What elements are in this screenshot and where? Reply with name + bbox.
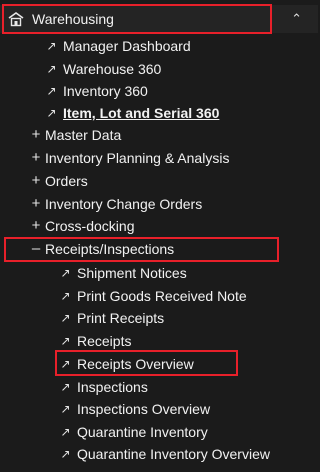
external-link-icon: ↗ [60, 380, 71, 394]
link-quarantine-inventory[interactable]: ↗ Quarantine Inventory [58, 421, 208, 443]
external-link-icon: ↗ [60, 402, 71, 416]
link-label: Warehouse 360 [63, 61, 162, 77]
external-link-icon: ↗ [46, 84, 57, 98]
external-link-icon: ↗ [46, 106, 57, 120]
warehousing-header[interactable]: Warehousing ⌃ [0, 5, 318, 33]
link-label: Receipts [77, 333, 132, 349]
link-label: Inspections Overview [77, 401, 211, 417]
group-receipts-inspections[interactable]: – Receipts/Inspections [30, 238, 174, 260]
group-inventory-planning[interactable]: + Inventory Planning & Analysis [30, 147, 230, 169]
external-link-icon: ↗ [60, 311, 71, 325]
expand-icon: + [31, 217, 41, 234]
group-label: Receipts/Inspections [45, 241, 175, 257]
link-label: Quarantine Inventory Overview [77, 446, 270, 462]
group-label: Inventory Planning & Analysis [45, 150, 230, 166]
group-orders[interactable]: + Orders [30, 170, 88, 192]
link-label: Manager Dashboard [63, 38, 191, 54]
link-print-receipts[interactable]: ↗ Print Receipts [58, 307, 164, 329]
link-label: Inventory 360 [63, 83, 148, 99]
external-link-icon: ↗ [60, 425, 71, 439]
external-link-icon: ↗ [60, 447, 71, 461]
external-link-icon: ↗ [60, 289, 71, 303]
link-item-lot-serial-360[interactable]: ↗ Item, Lot and Serial 360 [44, 102, 219, 124]
link-warehouse-360[interactable]: ↗ Warehouse 360 [44, 58, 161, 80]
link-label: Item, Lot and Serial 360 [63, 105, 220, 121]
expand-icon: + [31, 172, 41, 189]
link-label: Print Receipts [77, 310, 165, 326]
group-label: Master Data [45, 127, 122, 143]
link-label: Print Goods Received Note [77, 288, 247, 304]
link-label: Receipts Overview [77, 356, 194, 372]
external-link-icon: ↗ [60, 334, 71, 348]
link-label: Inspections [77, 379, 148, 395]
warehouse-home-icon [8, 12, 24, 27]
header-title: Warehousing [32, 11, 114, 27]
link-label: Quarantine Inventory [77, 424, 208, 440]
link-receipts[interactable]: ↗ Receipts [58, 330, 131, 352]
group-label: Inventory Change Orders [45, 196, 203, 212]
link-receipts-overview[interactable]: ↗ Receipts Overview [58, 353, 194, 375]
external-link-icon: ↗ [46, 39, 57, 53]
external-link-icon: ↗ [60, 266, 71, 280]
external-link-icon: ↗ [46, 62, 57, 76]
link-manager-dashboard[interactable]: ↗ Manager Dashboard [44, 35, 191, 57]
group-label: Orders [45, 173, 88, 189]
expand-icon: + [31, 126, 41, 143]
link-inventory-360[interactable]: ↗ Inventory 360 [44, 80, 148, 102]
external-link-icon: ↗ [60, 357, 71, 371]
group-cross-docking[interactable]: + Cross-docking [30, 215, 135, 237]
link-shipment-notices[interactable]: ↗ Shipment Notices [58, 262, 187, 284]
group-inventory-change-orders[interactable]: + Inventory Change Orders [30, 193, 203, 215]
collapse-icon: – [31, 240, 41, 257]
group-label: Cross-docking [45, 218, 135, 234]
group-master-data[interactable]: + Master Data [30, 124, 122, 146]
expand-icon: + [31, 195, 41, 212]
link-quarantine-inventory-overview[interactable]: ↗ Quarantine Inventory Overview [58, 443, 270, 465]
link-inspections[interactable]: ↗ Inspections [58, 376, 148, 398]
link-inspections-overview[interactable]: ↗ Inspections Overview [58, 398, 210, 420]
expand-icon: + [31, 149, 41, 166]
link-print-goods-received-note[interactable]: ↗ Print Goods Received Note [58, 285, 247, 307]
warehousing-nav-panel: Warehousing ⌃ ↗ Manager Dashboard ↗ Ware… [0, 0, 318, 472]
chevron-up-icon[interactable]: ⌃ [291, 11, 302, 27]
link-label: Shipment Notices [77, 265, 187, 281]
